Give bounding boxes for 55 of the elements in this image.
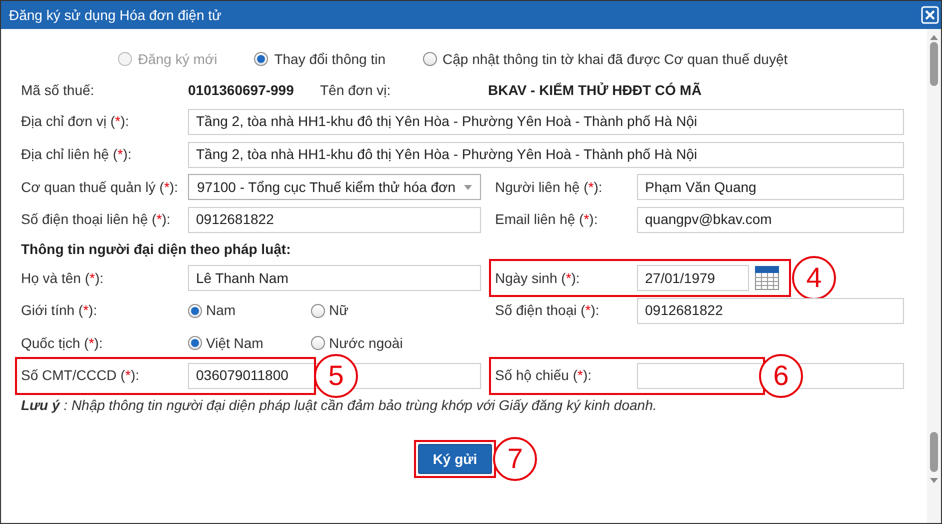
text-field[interactable]: Tầng 2, tòa nhà HH1-khu đô thị Yên Hòa - Phường Yên Hoà - Thành phố Hà Nội xyxy=(188,142,904,168)
field-label: Quốc tịch (*): xyxy=(21,334,104,353)
submit-button[interactable]: Ký gửi xyxy=(418,444,492,474)
radio-label: Nam xyxy=(206,301,236,320)
radio-button[interactable] xyxy=(254,52,268,66)
radio-label: Việt Nam xyxy=(206,334,264,353)
window-title: Đăng ký sử dụng Hóa đơn điện tử xyxy=(9,6,222,25)
radio-label: Nữ xyxy=(329,301,348,320)
note-text: Lưu ý : Nhập thông tin người đại diện pháp luật cần đảm bảo trùng khớp với Giấy đăng ký kinh doanh. xyxy=(21,396,657,415)
radio-label: Cập nhật thông tin tờ khai đã được Cơ quan thuế duyệt xyxy=(442,50,788,69)
text-field[interactable]: Phạm Văn Quang xyxy=(637,174,904,200)
date-field[interactable]: 27/01/1979 xyxy=(637,265,749,292)
field-label: Địa chỉ đơn vị (*): xyxy=(21,112,130,131)
field-label: Địa chỉ liên hệ (*): xyxy=(21,145,133,164)
close-icon[interactable] xyxy=(921,6,939,24)
down-arrow-icon[interactable] xyxy=(930,478,938,483)
step-number: 4 xyxy=(792,256,836,300)
field-label: Email liên hệ (*): xyxy=(495,210,599,230)
step-number: 7 xyxy=(493,437,538,481)
step-number: 5 xyxy=(314,354,358,398)
scrollbar[interactable] xyxy=(927,29,941,523)
field-label: Mã số thuế: xyxy=(21,80,96,100)
text-field[interactable]: Tầng 2, tòa nhà HH1-khu đô thị Yên Hòa - Phường Yên Hoà - Thành phố Hà Nội xyxy=(188,108,904,134)
radio-label: Thay đổi thông tin xyxy=(274,50,386,69)
text-field[interactable]: Lê Thanh Nam xyxy=(188,265,481,292)
radio-button[interactable] xyxy=(311,336,325,350)
dropdown[interactable]: 97100 - Tổng cục Thuế kiểm thử hóa đơn xyxy=(188,174,481,200)
calendar-icon[interactable] xyxy=(755,266,779,290)
section-heading: Thông tin người đại diện theo pháp luật: xyxy=(21,240,291,259)
field-label: Số điện thoại (*): xyxy=(495,301,600,320)
field-label: Tên đơn vị: xyxy=(320,80,392,100)
scrollbar-thumb[interactable] xyxy=(930,432,938,472)
radio-button[interactable] xyxy=(422,52,436,66)
scrollbar-thumb[interactable] xyxy=(930,42,938,86)
radio-button[interactable] xyxy=(188,304,202,318)
radio-button[interactable] xyxy=(311,304,325,318)
radio-button[interactable] xyxy=(188,336,202,350)
field-label: Số CMT/CCCD (*): xyxy=(21,366,140,386)
text-field[interactable]: 0912681822 xyxy=(188,206,481,233)
caret-icon xyxy=(464,184,472,190)
field-label: Giới tính (*): xyxy=(21,301,98,320)
unit-name: BKAV - KIỂM THỬ HĐĐT CÓ MÃ xyxy=(488,80,702,100)
step-number: 6 xyxy=(759,354,803,398)
radio-label: Đăng ký mới xyxy=(138,50,218,69)
text-field[interactable]: quangpv@bkav.com xyxy=(637,206,904,233)
field-label: Người liên hệ (*): xyxy=(495,178,604,197)
up-arrow-icon[interactable] xyxy=(930,35,938,40)
field-label: Họ và tên (*): xyxy=(21,268,104,288)
field-label: Cơ quan thuế quản lý (*): xyxy=(21,178,180,197)
field-label: Ngày sinh (*): xyxy=(495,268,581,288)
tax-code: 0101360697-999 xyxy=(188,80,295,100)
field-label: Số hộ chiếu (*): xyxy=(495,366,593,386)
radio-label: Nước ngoài xyxy=(329,334,403,353)
field-label: Số điện thoại liên hệ (*): xyxy=(21,210,172,230)
text-field[interactable]: 0912681822 xyxy=(637,298,904,324)
